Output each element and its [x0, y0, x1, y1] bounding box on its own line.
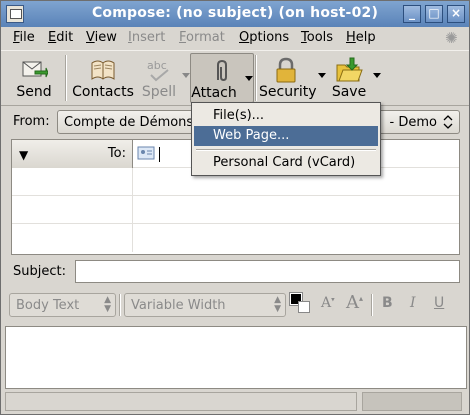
toolbar-separator [255, 55, 257, 101]
lock-icon [276, 57, 296, 83]
progress-meter [362, 392, 462, 411]
recipient-type-cell[interactable] [12, 196, 133, 224]
spell-check-icon: abc [147, 59, 169, 82]
security-dropdown-arrow-icon[interactable] [318, 73, 326, 78]
format-separator [371, 294, 373, 316]
menu-item-attach-web-page[interactable]: Web Page... [194, 126, 378, 146]
larger-font-button[interactable]: A▴ [346, 292, 363, 313]
address-card-icon [137, 146, 155, 160]
menu-view[interactable]: View [86, 30, 117, 45]
send-button[interactable]: Send [9, 53, 59, 103]
window-title: Compose: (no subject) (on host-02) [91, 5, 379, 21]
save-dropdown-arrow-icon[interactable] [373, 73, 381, 78]
menu-help[interactable]: Help [346, 30, 376, 45]
recipient-row[interactable] [12, 224, 459, 252]
paperclip-icon [217, 59, 227, 82]
save-button[interactable]: Save [329, 53, 369, 103]
recipient-input-caret[interactable] [159, 147, 160, 162]
message-body-editor[interactable] [5, 326, 467, 389]
close-button[interactable]: × [447, 5, 465, 23]
status-bar [1, 391, 469, 414]
title-bar[interactable]: Compose: (no subject) (on host-02) _ □ × [1, 1, 469, 27]
recipient-type-cell[interactable] [12, 224, 133, 252]
paragraph-format-value: Body Text [16, 298, 80, 313]
svg-text:abc: abc [147, 59, 167, 72]
recipient-type-label: To: [107, 146, 126, 161]
chevron-updown-icon [443, 115, 453, 129]
from-account-value: Compte de Démons [64, 115, 194, 130]
menu-bar: File Edit View Insert Format Options Too… [1, 27, 469, 49]
spell-button[interactable]: abc Spell [139, 53, 179, 103]
contacts-label: Contacts [72, 84, 134, 100]
attach-dropdown-menu: File(s)... Web Page... Personal Card (vC… [191, 102, 381, 176]
contacts-button[interactable]: Contacts [71, 53, 135, 103]
menu-insert[interactable]: Insert [128, 30, 165, 45]
underline-button[interactable]: U [434, 295, 444, 315]
minimize-button[interactable]: _ [403, 5, 421, 23]
font-value: Variable Width [131, 298, 226, 313]
menu-file[interactable]: File [13, 30, 35, 45]
menu-tools[interactable]: Tools [301, 30, 333, 45]
format-toolbar: Body Text ▲ ▼ Variable Width ▲ ▼ [1, 288, 469, 323]
recipient-type-select[interactable]: ▼ To: [12, 140, 133, 168]
recipient-type-cell[interactable] [12, 168, 133, 196]
compose-window: Compose: (no subject) (on host-02) _ □ ×… [0, 0, 470, 415]
save-label: Save [331, 84, 367, 100]
attach-dropdown-arrow-icon[interactable] [245, 76, 253, 81]
chevron-updown-icon: ▲ ▼ [274, 295, 281, 314]
maximize-button[interactable]: □ [425, 5, 443, 23]
from-account-value-tail: - Demo [389, 115, 437, 130]
security-label: Security [259, 84, 317, 100]
send-icon [22, 61, 48, 78]
subject-row: Subject: [1, 258, 469, 284]
text-color-picker[interactable] [289, 292, 314, 317]
compose-toolbar: Send Contacts abc Spell Attach Security … [1, 50, 469, 106]
toolbar-separator [65, 55, 67, 101]
attach-button[interactable]: Attach [190, 53, 254, 103]
paragraph-format-select[interactable]: Body Text ▲ ▼ [9, 293, 116, 317]
contacts-book-icon [91, 60, 115, 80]
menu-separator [196, 149, 376, 151]
activity-throbber-icon: ✺ [445, 29, 458, 47]
from-label: From: [13, 114, 50, 129]
subject-label: Subject: [13, 264, 66, 279]
spell-label: Spell [141, 84, 177, 100]
format-separator [119, 294, 121, 316]
bold-button[interactable]: B [382, 295, 393, 315]
status-text-panel [5, 392, 357, 411]
send-label: Send [16, 84, 52, 100]
recipient-row[interactable] [12, 196, 459, 224]
smaller-font-button[interactable]: A▾ [321, 295, 335, 315]
save-folder-icon [336, 57, 363, 82]
attach-label: Attach [191, 85, 237, 101]
menu-item-attach-files[interactable]: File(s)... [194, 106, 378, 126]
menu-format[interactable]: Format [179, 30, 225, 45]
menu-item-attach-vcard[interactable]: Personal Card (vCard) [194, 153, 378, 173]
dropdown-marker-icon: ▼ [19, 148, 29, 162]
security-button[interactable]: Security [259, 53, 317, 103]
italic-button[interactable]: I [410, 295, 416, 315]
font-select[interactable]: Variable Width ▲ ▼ [124, 293, 286, 317]
subject-input[interactable] [75, 260, 460, 283]
chevron-updown-icon: ▲ ▼ [104, 295, 111, 314]
spell-dropdown-arrow-icon[interactable] [182, 73, 190, 78]
menu-edit[interactable]: Edit [48, 30, 73, 45]
background-color-swatch[interactable] [298, 301, 310, 313]
menu-options[interactable]: Options [239, 30, 289, 45]
